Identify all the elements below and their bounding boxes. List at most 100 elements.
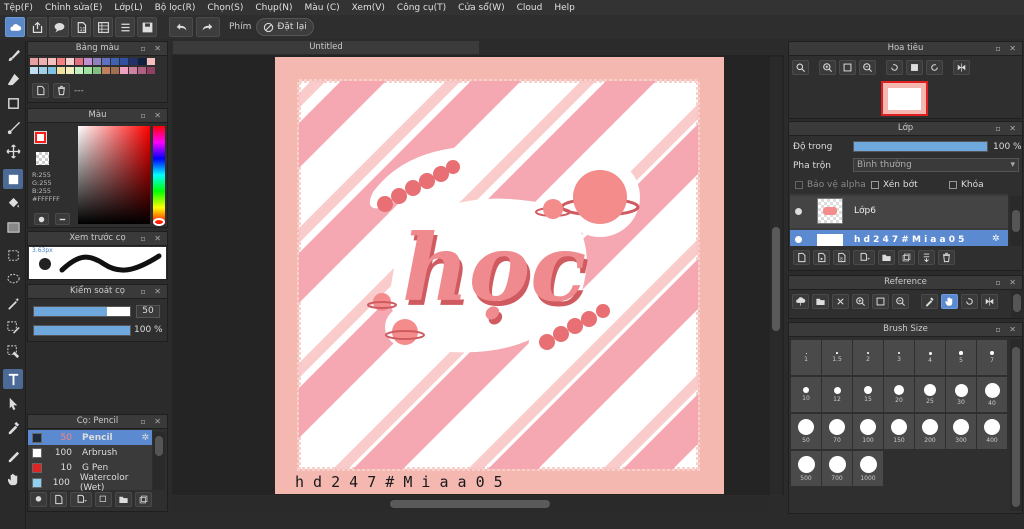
document-tab[interactable]: Untitled bbox=[173, 41, 479, 54]
nav-zoom-in-button[interactable] bbox=[819, 60, 836, 75]
palette-swatch[interactable] bbox=[102, 58, 110, 65]
brush-item-watercolor[interactable]: 100 Watercolor (Wet) bbox=[29, 473, 151, 493]
select-eraser-tool[interactable] bbox=[3, 341, 23, 361]
saturation-value-field[interactable] bbox=[78, 126, 150, 224]
palette-swatch[interactable] bbox=[75, 67, 83, 74]
eraser-tool[interactable] bbox=[3, 69, 23, 89]
brush-item-pencil[interactable]: 50 Pencil ✲ bbox=[29, 431, 151, 445]
fill-rect-tool[interactable] bbox=[3, 169, 23, 189]
brush-size-option-1000[interactable]: 1000 bbox=[853, 451, 883, 486]
brush-size-option-5[interactable]: 5 bbox=[946, 340, 976, 375]
ref-hand-button[interactable] bbox=[941, 294, 958, 309]
ref-cloud-button[interactable] bbox=[792, 294, 809, 309]
menu-tools[interactable]: Công cụ(T) bbox=[391, 3, 452, 13]
brush-size-option-400[interactable]: 400 bbox=[977, 414, 1007, 449]
clipping-checkbox[interactable]: Xén bớt bbox=[871, 180, 918, 190]
menu-layer[interactable]: Lớp(L) bbox=[108, 3, 148, 13]
reset-button[interactable]: Đặt lại bbox=[256, 18, 314, 36]
brush-size-option-150[interactable]: 150 bbox=[884, 414, 914, 449]
grid-button[interactable] bbox=[93, 17, 113, 37]
brush-size-option-700[interactable]: 700 bbox=[822, 451, 852, 486]
gradient-tool[interactable] bbox=[3, 217, 23, 237]
brush-size-slider[interactable] bbox=[33, 306, 131, 317]
transparent-color-swatch[interactable] bbox=[36, 152, 49, 165]
ref-close-button[interactable] bbox=[832, 294, 849, 309]
blend-mode-select[interactable]: Bình thường ▾ bbox=[853, 158, 1019, 172]
palette-swatch[interactable] bbox=[129, 67, 137, 74]
nav-zoom-out-button[interactable] bbox=[859, 60, 876, 75]
ref-zoom-in-button[interactable] bbox=[852, 294, 869, 309]
add-color-button[interactable] bbox=[34, 213, 49, 225]
export-button[interactable] bbox=[27, 17, 47, 37]
move-tool[interactable] bbox=[3, 141, 23, 161]
brush-size-option-3[interactable]: 3 bbox=[884, 340, 914, 375]
brush-size-value[interactable]: 50 bbox=[136, 305, 160, 318]
palette-swatch[interactable] bbox=[66, 67, 74, 74]
palette-swatch[interactable] bbox=[102, 67, 110, 74]
palette-swatch[interactable] bbox=[84, 67, 92, 74]
menu-cloud[interactable]: Cloud bbox=[511, 3, 549, 13]
palette-swatch[interactable] bbox=[48, 67, 56, 74]
nav-fit-button[interactable] bbox=[839, 60, 856, 75]
nav-reset-button[interactable] bbox=[906, 60, 923, 75]
brush-size-option-500[interactable]: 500 bbox=[791, 451, 821, 486]
new-layer-button[interactable] bbox=[793, 250, 810, 265]
layer-opacity-slider[interactable] bbox=[853, 141, 988, 152]
menu-help[interactable]: Help bbox=[548, 3, 581, 13]
list-button[interactable] bbox=[115, 17, 135, 37]
nav-zoom-fit-button[interactable] bbox=[792, 60, 809, 75]
palette-swatch[interactable] bbox=[84, 58, 92, 65]
brush-new-button[interactable] bbox=[50, 492, 67, 507]
brush-folder-button[interactable] bbox=[115, 492, 132, 507]
nav-rotate-right-button[interactable] bbox=[926, 60, 943, 75]
new-file-button[interactable]: 10 bbox=[71, 17, 91, 37]
brush-size-option-12[interactable]: 12 bbox=[822, 377, 852, 412]
eye-icon[interactable] bbox=[795, 236, 802, 243]
brush-list-scrollbar[interactable] bbox=[153, 432, 165, 490]
brush-item-airbrush[interactable]: 100 Arbrush bbox=[29, 446, 151, 460]
brush-size-option-300[interactable]: 300 bbox=[946, 414, 976, 449]
brush-size-option-1[interactable]: 1 bbox=[791, 340, 821, 375]
brush-size-option-40[interactable]: 40 bbox=[977, 377, 1007, 412]
palette-swatch[interactable] bbox=[111, 67, 119, 74]
brush-size-option-1.5[interactable]: 1.5 bbox=[822, 340, 852, 375]
hand-tool[interactable] bbox=[3, 469, 23, 489]
brush-tool[interactable] bbox=[3, 45, 23, 65]
brush-size-option-30[interactable]: 30 bbox=[946, 377, 976, 412]
new-halftone-layer-button[interactable] bbox=[813, 250, 830, 265]
nav-flip-button[interactable] bbox=[953, 60, 970, 75]
ref-eyedropper-button[interactable] bbox=[921, 294, 938, 309]
palette-swatch[interactable] bbox=[147, 58, 155, 65]
delete-palette-button[interactable] bbox=[53, 83, 70, 98]
brush-size-option-50[interactable]: 50 bbox=[791, 414, 821, 449]
lock-checkbox[interactable]: Khóa bbox=[949, 180, 984, 190]
brush-size-option-15[interactable]: 15 bbox=[853, 377, 883, 412]
layer-duplicate-button[interactable] bbox=[898, 250, 915, 265]
palette-swatch[interactable] bbox=[138, 67, 146, 74]
text-tool[interactable] bbox=[3, 369, 23, 389]
navigator-thumbnail[interactable] bbox=[881, 81, 928, 116]
brush-copy-button[interactable] bbox=[95, 492, 112, 507]
blur-tool[interactable] bbox=[3, 117, 23, 137]
menu-select[interactable]: Chọn(S) bbox=[201, 3, 249, 13]
brush-size-option-10[interactable]: 10 bbox=[791, 377, 821, 412]
color-mode-button[interactable] bbox=[55, 213, 70, 225]
menu-view[interactable]: Xem(V) bbox=[346, 3, 391, 13]
brush-size-option-70[interactable]: 70 bbox=[822, 414, 852, 449]
brush-opacity-slider[interactable] bbox=[33, 325, 131, 336]
palette-swatch[interactable] bbox=[30, 58, 38, 65]
brush-size-option-100[interactable]: 100 bbox=[853, 414, 883, 449]
layer-menu-button[interactable] bbox=[853, 250, 875, 265]
pen-tool[interactable] bbox=[3, 445, 23, 465]
palette-swatch[interactable] bbox=[111, 58, 119, 65]
ref-flip-button[interactable] bbox=[981, 294, 998, 309]
palette-swatch[interactable] bbox=[30, 67, 38, 74]
layer-delete-button[interactable] bbox=[938, 250, 955, 265]
ref-zoom-out-button[interactable] bbox=[892, 294, 909, 309]
save-button[interactable] bbox=[137, 17, 157, 37]
palette-swatch[interactable] bbox=[120, 67, 128, 74]
magic-wand-tool[interactable] bbox=[3, 293, 23, 313]
layer-item-signature[interactable]: h d 2 4 7 # M i a a 0 5 ✲ bbox=[790, 230, 1008, 246]
brush-size-option-2[interactable]: 2 bbox=[853, 340, 883, 375]
ref-fit-button[interactable] bbox=[872, 294, 889, 309]
